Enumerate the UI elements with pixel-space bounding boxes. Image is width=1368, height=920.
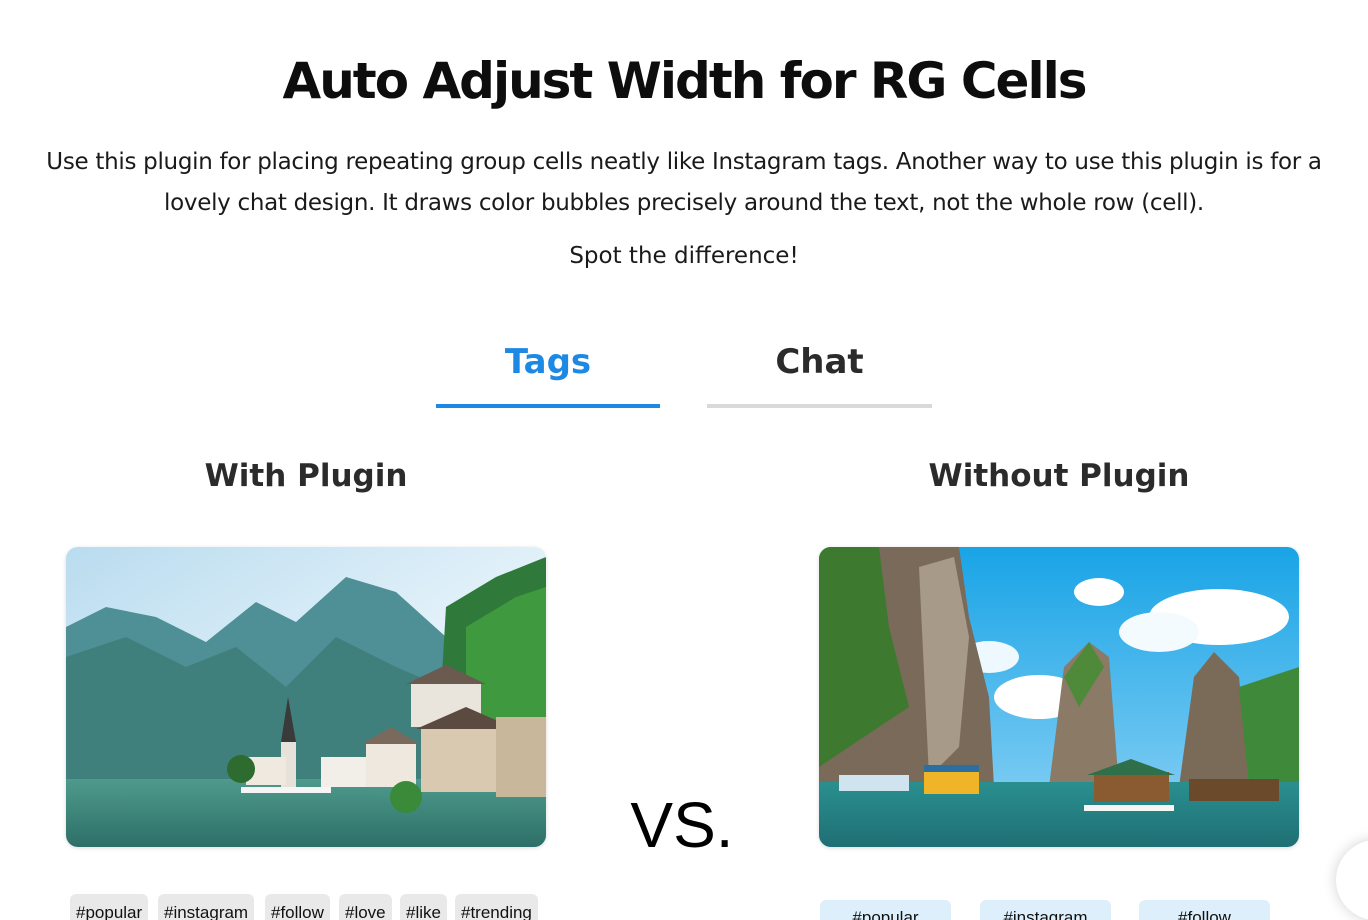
tag-fixed-popular: #popular [820, 900, 951, 920]
with-plugin-heading: With Plugin [204, 458, 408, 494]
tag-follow: #follow [265, 894, 330, 920]
tag-trending: #trending [455, 894, 538, 920]
page-title: Auto Adjust Width for RG Cells [282, 52, 1088, 110]
alpine-lake-village-photo [66, 547, 546, 847]
page: Auto Adjust Width for RG Cells Use this … [0, 0, 1368, 920]
floating-action-button[interactable] [1336, 840, 1368, 920]
page-subtitle: Spot the difference! [569, 243, 799, 269]
vs-label: VS. [630, 789, 734, 861]
bay-karst-islands-photo [819, 547, 1299, 847]
tag-love: #love [339, 894, 392, 920]
tag-like: #like [400, 894, 447, 920]
tab-tags[interactable]: Tags [436, 336, 660, 408]
tag-popular: #popular [70, 894, 149, 920]
without-plugin-heading: Without Plugin [928, 458, 1190, 494]
tag-fixed-follow: #follow [1139, 900, 1270, 920]
tag-instagram: #instagram [158, 894, 255, 920]
tag-fixed-instagram: #instagram [980, 900, 1111, 920]
tab-chat[interactable]: Chat [707, 336, 932, 408]
page-description: Use this plugin for placing repeating gr… [46, 149, 1322, 216]
